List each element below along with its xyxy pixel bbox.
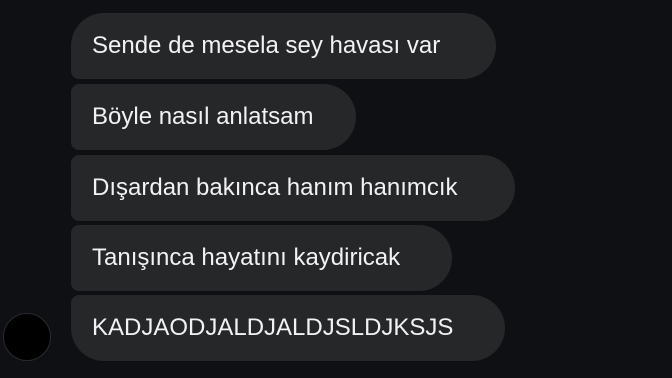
- message-bubble[interactable]: Dışardan bakınca hanım hanımcık: [71, 155, 515, 221]
- chat-thread: Sende de mesela sey havası var Böyle nas…: [0, 0, 672, 378]
- message-bubble[interactable]: Sende de mesela sey havası var: [71, 13, 496, 79]
- avatar[interactable]: [3, 313, 51, 361]
- message-bubble[interactable]: Böyle nasıl anlatsam: [71, 84, 356, 150]
- message-bubble[interactable]: KADJAODJALDJALDJSLDJKSJS: [71, 295, 505, 361]
- message-bubble[interactable]: Tanışınca hayatını kaydiricak: [71, 225, 452, 291]
